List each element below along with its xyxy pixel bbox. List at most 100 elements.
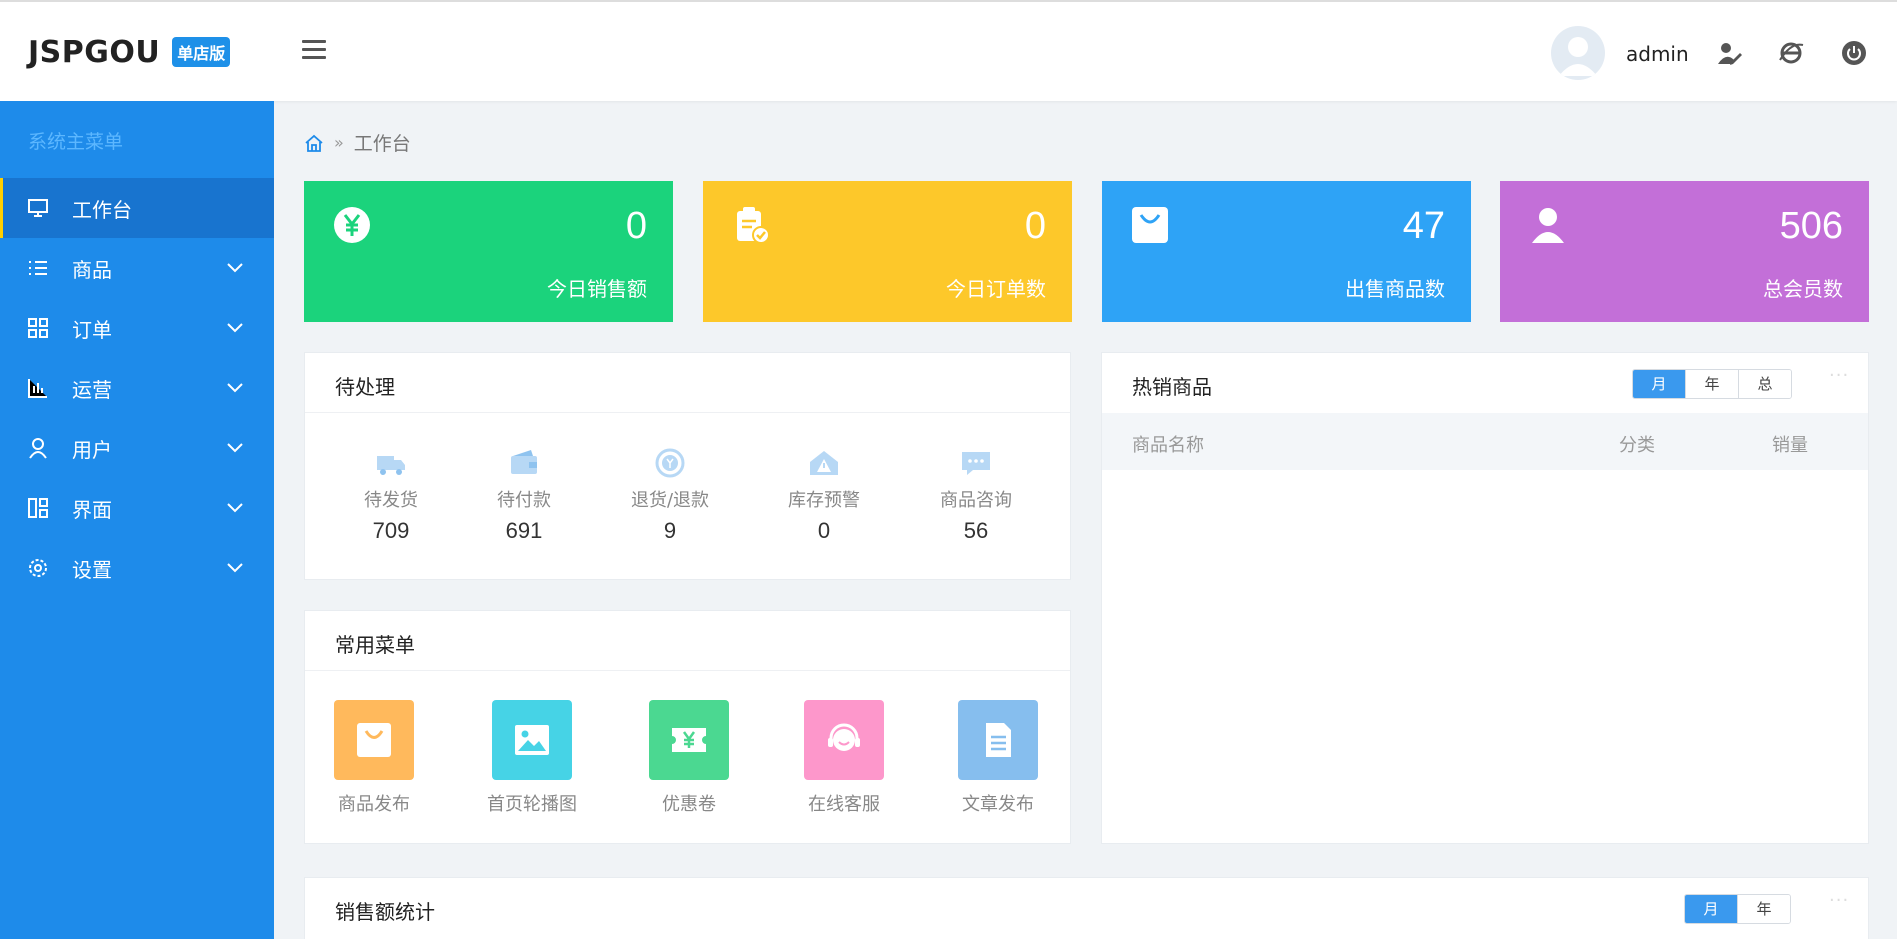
tab-month[interactable]: 月	[1633, 370, 1685, 398]
pending-value: 9	[663, 518, 677, 543]
sidebar-item-orders[interactable]: 订单	[0, 298, 274, 358]
quick-item-home-carousel[interactable]: 首页轮播图	[477, 700, 587, 816]
table-header: 商品名称 分类 销量	[1102, 413, 1868, 470]
quick-label: 文章发布	[962, 794, 1034, 815]
stat-label: 今日订单数	[946, 277, 1046, 301]
gear-icon	[29, 559, 47, 577]
sidebar-item-interface[interactable]: 界面	[0, 478, 274, 538]
home-icon[interactable]	[304, 133, 324, 153]
quick-item-online-service[interactable]: 在线客服	[789, 700, 899, 816]
logo-text: JSPGOU	[28, 34, 161, 70]
period-tabs: 月 年	[1684, 894, 1791, 924]
pending-item-returns[interactable]: 退货/退款 9	[615, 446, 725, 544]
tab-year[interactable]: 年	[1685, 370, 1738, 398]
panel-title: 待处理	[335, 375, 395, 399]
power-icon[interactable]	[1841, 40, 1867, 66]
browser-icon[interactable]	[1778, 40, 1804, 66]
breadcrumb-separator: »	[334, 133, 344, 152]
quick-label: 商品发布	[338, 794, 410, 815]
sidebar-item-operations[interactable]: 运营	[0, 358, 274, 418]
pending-label: 退货/退款	[630, 490, 710, 511]
layout-icon	[28, 498, 48, 518]
sidebar-item-label: 界面	[72, 497, 112, 522]
pending-item-inquiries[interactable]: 商品咨询 56	[921, 446, 1031, 544]
quick-item-publish-article[interactable]: 文章发布	[943, 700, 1053, 816]
breadcrumb-current: 工作台	[353, 133, 411, 155]
quick-icon-box	[804, 700, 884, 780]
pending-label: 待付款	[497, 490, 551, 511]
pending-value: 709	[372, 518, 410, 543]
pending-item-stock-alert[interactable]: 库存预警 0	[769, 446, 879, 544]
stat-value: 506	[1779, 205, 1843, 247]
chevron-down-icon	[227, 263, 243, 273]
stat-card-products[interactable]: 47 出售商品数	[1102, 181, 1471, 322]
pending-item-to-pay[interactable]: 待付款 691	[469, 446, 579, 544]
pending-item-to-ship[interactable]: 待发货 709	[336, 446, 446, 544]
username[interactable]: admin	[1626, 42, 1689, 66]
logo-badge: 单店版	[172, 37, 231, 67]
pending-value: 691	[505, 518, 543, 543]
document-icon	[986, 723, 1011, 757]
chevron-down-icon	[227, 443, 243, 453]
coupon-icon	[672, 728, 706, 752]
sidebar-item-label: 商品	[72, 257, 112, 282]
bar-chart-icon	[28, 379, 47, 398]
pending-label: 待发货	[364, 490, 418, 511]
sidebar-item-settings[interactable]: 设置	[0, 538, 274, 598]
sidebar-item-label: 设置	[72, 557, 112, 582]
sidebar-title: 系统主菜单	[28, 131, 124, 153]
stat-card-sales[interactable]: 0 今日销售额	[304, 181, 673, 322]
shopping-bag-icon	[1132, 207, 1168, 243]
stat-card-orders[interactable]: 0 今日订单数	[703, 181, 1072, 322]
truck-icon	[377, 456, 405, 475]
column-header-name: 商品名称	[1132, 435, 1204, 456]
edit-profile-icon[interactable]	[1716, 40, 1742, 66]
quick-item-coupons[interactable]: 优惠卷	[634, 700, 744, 816]
sidebar: 系统主菜单 工作台 商品 订单 运营 用户 界面 设置	[0, 101, 274, 939]
quick-icon-box	[958, 700, 1038, 780]
hot-products-panel: 热销商品 月 年 总 ··· 商品名称 分类 销量	[1101, 352, 1869, 844]
sidebar-item-label: 订单	[72, 317, 112, 342]
sidebar-item-label: 用户	[72, 437, 112, 462]
sidebar-item-users[interactable]: 用户	[0, 418, 274, 478]
tab-total[interactable]: 总	[1738, 370, 1791, 398]
quick-icon-box	[649, 700, 729, 780]
wallet-icon	[511, 450, 537, 474]
grid-icon	[28, 318, 48, 338]
tab-month[interactable]: 月	[1685, 895, 1737, 923]
stat-label: 出售商品数	[1345, 277, 1445, 301]
divider	[305, 670, 1070, 671]
pending-value: 0	[817, 518, 831, 543]
tab-year[interactable]: 年	[1737, 895, 1790, 923]
quick-label: 首页轮播图	[487, 794, 577, 815]
more-icon[interactable]: ···	[1829, 890, 1849, 911]
list-icon	[29, 261, 47, 275]
sidebar-item-label: 运营	[72, 377, 112, 402]
stat-value: 0	[1024, 205, 1046, 247]
column-header-category: 分类	[1619, 435, 1655, 456]
chevron-down-icon	[227, 323, 243, 333]
stat-value: 0	[625, 205, 647, 247]
stat-card-members[interactable]: 506 总会员数	[1500, 181, 1869, 322]
quick-item-publish-product[interactable]: 商品发布	[319, 700, 429, 816]
menu-toggle-icon[interactable]	[302, 40, 326, 60]
panel-title: 常用菜单	[335, 633, 415, 657]
panel-title: 销售额统计	[335, 900, 435, 924]
stat-label: 总会员数	[1763, 277, 1843, 301]
more-icon[interactable]: ···	[1829, 365, 1849, 386]
message-icon	[962, 452, 990, 475]
chevron-down-icon	[227, 563, 243, 573]
avatar[interactable]	[1551, 26, 1605, 80]
user-icon	[29, 438, 47, 459]
monitor-icon	[28, 199, 48, 217]
clipboard-check-icon	[737, 207, 770, 244]
headset-icon	[828, 723, 860, 751]
logo[interactable]: JSPGOU 单店版	[28, 32, 231, 72]
top-header: JSPGOU 单店版 admin	[0, 0, 1897, 101]
stat-value: 47	[1402, 205, 1445, 247]
sidebar-item-dashboard[interactable]: 工作台	[0, 178, 274, 238]
sidebar-item-products[interactable]: 商品	[0, 238, 274, 298]
quick-icon-box	[334, 700, 414, 780]
pending-value: 56	[963, 518, 989, 543]
pending-panel: 待处理 待发货 709 待付款 691 退货/退款 9 库存预警 0 商品咨询 …	[304, 352, 1071, 580]
